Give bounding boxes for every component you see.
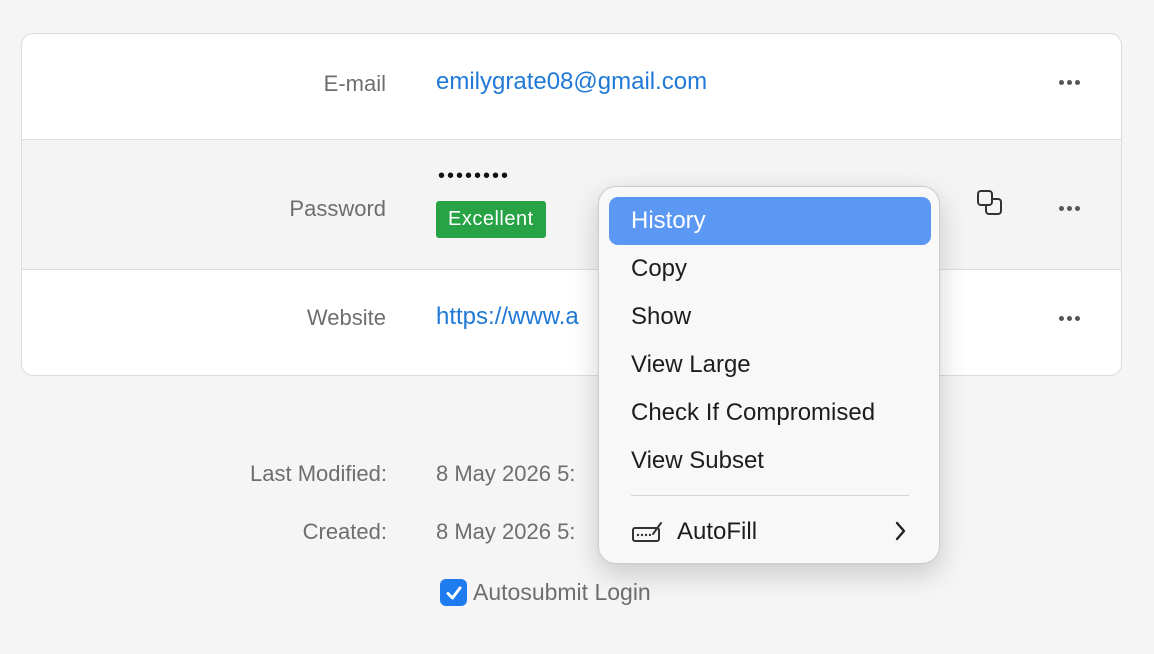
password-label: Password [289, 196, 386, 221]
menu-item-check-compromised[interactable]: Check If Compromised [609, 389, 931, 437]
menu-item-copy[interactable]: Copy [609, 245, 931, 293]
menu-item-view-subset[interactable]: View Subset [609, 437, 931, 485]
email-row: E-mail emilygrate08@gmail.com [22, 34, 1121, 139]
ellipsis-icon [1059, 206, 1064, 211]
autosubmit-checkbox[interactable] [440, 579, 467, 606]
menu-item-show[interactable]: Show [609, 293, 931, 341]
menu-separator [631, 495, 909, 496]
autofill-icon [632, 522, 662, 542]
checkmark-icon [446, 586, 461, 599]
email-more-button[interactable] [1056, 72, 1084, 92]
password-more-button[interactable] [1056, 198, 1084, 218]
password-strength-badge: Excellent [436, 201, 546, 238]
ellipsis-icon [1059, 80, 1064, 85]
chevron-right-icon [895, 521, 906, 541]
password-masked-value[interactable]: •••••••• [438, 166, 510, 186]
created-label: Created: [302, 519, 387, 544]
created-value: 8 May 2026 5: [436, 519, 576, 544]
last-modified-label: Last Modified: [250, 461, 387, 486]
menu-item-autofill[interactable]: AutoFill [609, 508, 931, 556]
autofill-label: AutoFill [677, 518, 758, 545]
website-label: Website [306, 305, 386, 330]
menu-item-history[interactable]: History [609, 197, 931, 245]
website-more-button[interactable] [1056, 308, 1084, 328]
email-value[interactable]: emilygrate08@gmail.com [436, 68, 707, 96]
login-details-card: E-mail emilygrate08@gmail.com Password •… [21, 33, 1122, 376]
website-value[interactable]: https://www.a [436, 303, 579, 331]
autosubmit-toggle[interactable]: Autosubmit Login [440, 579, 651, 606]
email-label: E-mail [323, 71, 386, 96]
password-row: Password •••••••• Excellent [22, 139, 1121, 270]
ellipsis-icon [1059, 316, 1064, 321]
password-context-menu: History Copy Show View Large Check If Co… [598, 186, 940, 564]
website-row: Website https://www.a [22, 270, 1121, 375]
autosubmit-label: Autosubmit Login [473, 579, 651, 605]
menu-item-view-large[interactable]: View Large [609, 341, 931, 389]
last-modified-value: 8 May 2026 5: [436, 461, 576, 486]
copy-icon[interactable] [976, 189, 1004, 217]
